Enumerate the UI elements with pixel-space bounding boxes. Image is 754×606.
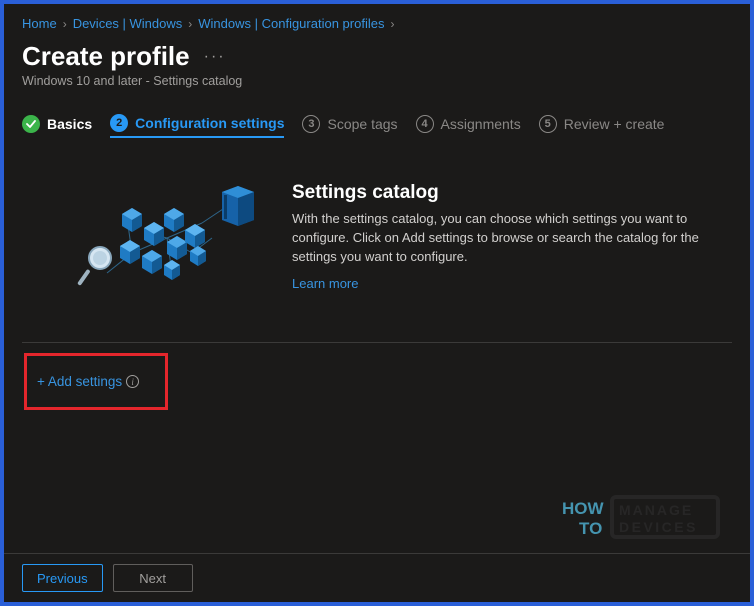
step-label: Basics — [47, 116, 92, 132]
info-icon[interactable]: i — [126, 375, 139, 388]
step-number: 3 — [302, 115, 320, 133]
wizard-steps: Basics 2 Configuration settings 3 Scope … — [22, 114, 732, 138]
watermark-logo: HOW TO MANAGE DEVICES — [562, 494, 722, 547]
step-configuration-settings[interactable]: 2 Configuration settings — [110, 114, 284, 138]
chevron-right-icon: › — [390, 17, 394, 31]
step-review-create[interactable]: 5 Review + create — [539, 115, 665, 137]
step-label: Scope tags — [327, 116, 397, 132]
previous-button[interactable]: Previous — [22, 564, 103, 592]
learn-more-link[interactable]: Learn more — [292, 276, 358, 291]
svg-text:HOW: HOW — [562, 499, 605, 518]
step-number: 4 — [416, 115, 434, 133]
step-label: Assignments — [441, 116, 521, 132]
svg-text:TO: TO — [579, 519, 602, 538]
step-number: 2 — [110, 114, 128, 132]
next-button[interactable]: Next — [113, 564, 193, 592]
catalog-title: Settings catalog — [292, 182, 712, 204]
step-label: Review + create — [564, 116, 665, 132]
step-number: 5 — [539, 115, 557, 133]
catalog-illustration — [72, 178, 262, 308]
svg-text:MANAGE: MANAGE — [619, 502, 693, 518]
breadcrumb: Home › Devices | Windows › Windows | Con… — [22, 16, 732, 31]
page-subtitle: Windows 10 and later - Settings catalog — [22, 74, 732, 88]
breadcrumb-home[interactable]: Home — [22, 16, 57, 31]
step-basics[interactable]: Basics — [22, 115, 92, 137]
footer-actions: Previous Next — [4, 553, 750, 602]
step-scope-tags[interactable]: 3 Scope tags — [302, 115, 397, 137]
add-settings-label: + Add settings — [37, 374, 122, 389]
check-icon — [22, 115, 40, 133]
step-assignments[interactable]: 4 Assignments — [416, 115, 521, 137]
add-settings-highlight: + Add settings i — [24, 353, 168, 410]
more-icon[interactable]: ··· — [204, 48, 226, 66]
breadcrumb-configuration-profiles[interactable]: Windows | Configuration profiles — [198, 16, 384, 31]
add-settings-link[interactable]: + Add settings — [37, 374, 122, 389]
svg-text:DEVICES: DEVICES — [619, 519, 698, 535]
catalog-description: With the settings catalog, you can choos… — [292, 210, 712, 267]
chevron-right-icon: › — [63, 17, 67, 31]
step-label: Configuration settings — [135, 115, 284, 131]
magnify-icon — [77, 247, 111, 286]
chevron-right-icon: › — [188, 17, 192, 31]
page-title: Create profile — [22, 41, 190, 72]
breadcrumb-devices-windows[interactable]: Devices | Windows — [73, 16, 183, 31]
